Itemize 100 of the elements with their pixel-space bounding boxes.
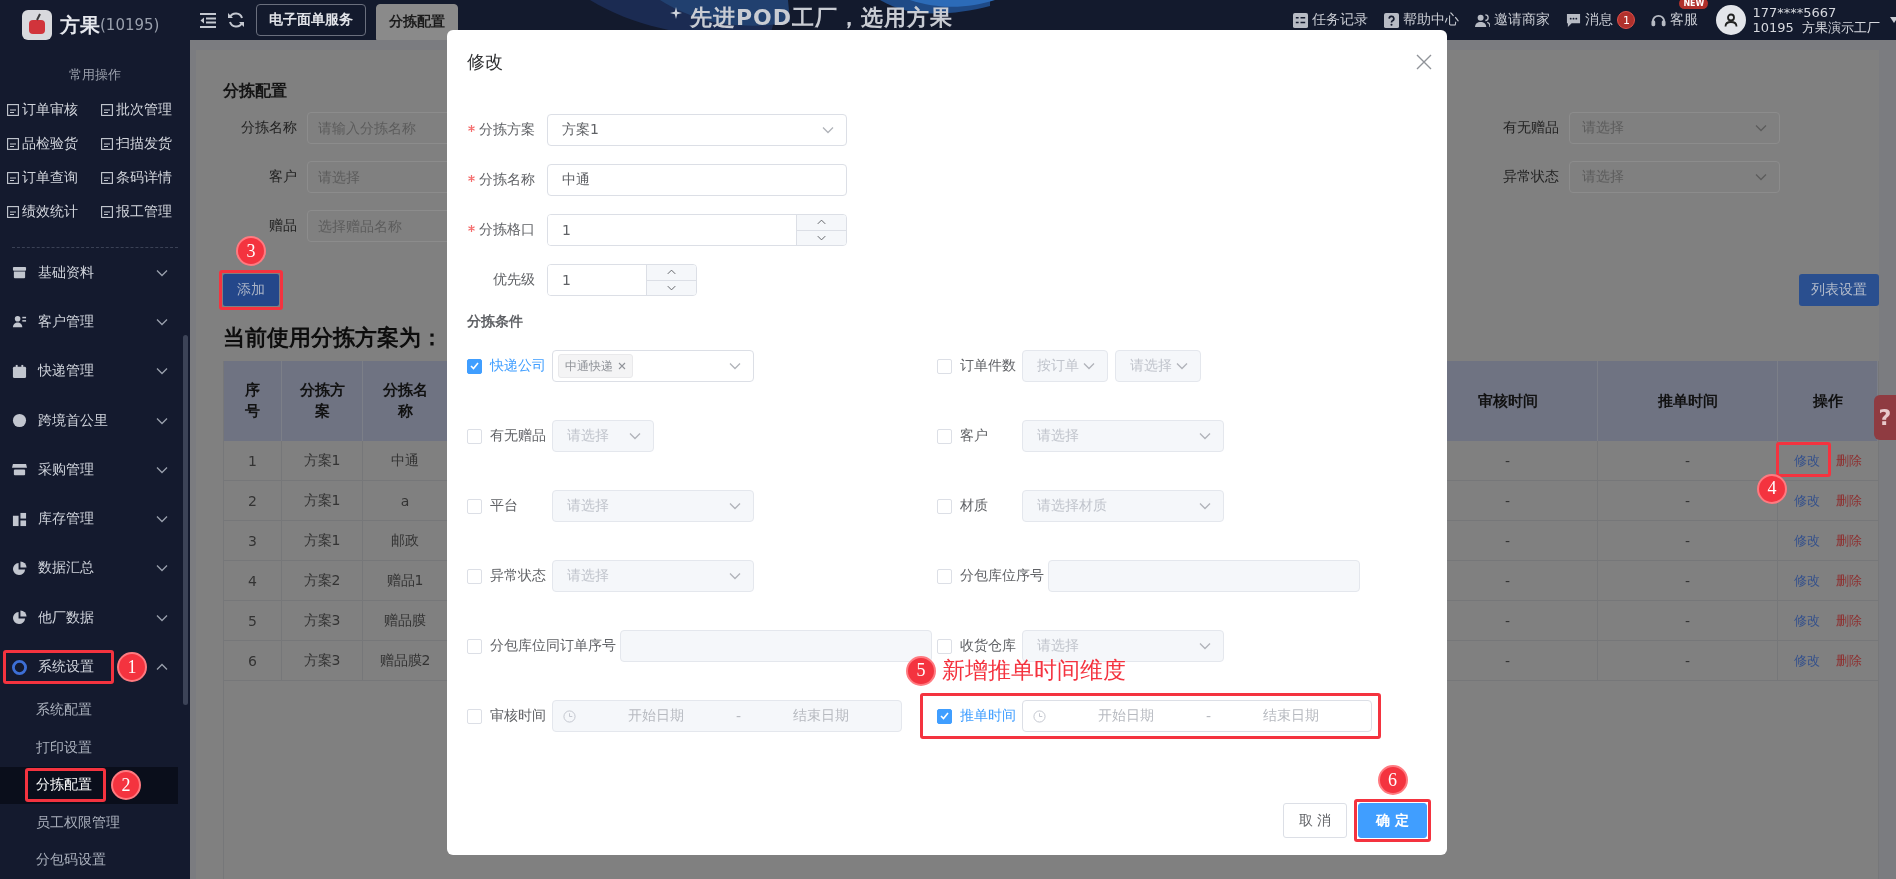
- chevron-down-icon: [667, 284, 676, 291]
- list-settings-button[interactable]: 列表设置: [1799, 274, 1879, 306]
- table-cell: 3: [224, 521, 282, 561]
- header-link[interactable]: 邀请商家: [1475, 11, 1551, 29]
- chevron-down-icon: [629, 432, 641, 440]
- chevron-down-icon: [729, 362, 741, 370]
- submenu-item[interactable]: 系统配置: [0, 691, 178, 730]
- section-title: 常用操作: [68, 66, 122, 84]
- page-tab[interactable]: 分拣配置: [376, 4, 458, 40]
- menu-item[interactable]: 基础资料: [0, 248, 190, 298]
- input-field[interactable]: [620, 630, 932, 662]
- pie-chart-icon: [12, 610, 27, 626]
- chevron-down-icon: [1199, 502, 1211, 510]
- add-button[interactable]: 添加: [223, 274, 279, 306]
- step-badge: 2: [111, 770, 141, 801]
- condition-label: 有无赠品: [490, 427, 547, 445]
- help-tab[interactable]: ?: [1874, 395, 1896, 440]
- menu-item[interactable]: 跨境首公里: [0, 395, 190, 446]
- logo-text: 方果: [60, 11, 100, 39]
- condition-label: 订单件数: [960, 357, 1017, 375]
- pie-chart-icon: [12, 560, 27, 576]
- chevron-down-icon: [1199, 642, 1211, 650]
- scrollbar[interactable]: [183, 335, 188, 705]
- number-stepper[interactable]: 1: [547, 214, 847, 246]
- header-link[interactable]: 任务记录: [1293, 11, 1369, 29]
- checkbox[interactable]: [467, 358, 482, 374]
- section-title: 分拣条件: [467, 312, 524, 331]
- menu-item[interactable]: 库存管理: [0, 494, 190, 544]
- submenu-item[interactable]: 分包码设置: [0, 841, 178, 879]
- person-icon: [12, 314, 27, 330]
- table-cell: 1: [224, 441, 282, 481]
- header-link[interactable]: 消息 1: [1566, 11, 1636, 29]
- sparkle-icon: [670, 7, 682, 19]
- step-badge: 5: [906, 655, 936, 686]
- menu-item[interactable]: 系统设置 1: [0, 642, 190, 692]
- table-cell: 4: [224, 561, 282, 601]
- document-icon: [7, 104, 19, 116]
- filter-label: 赠品: [268, 217, 297, 235]
- quick-action[interactable]: 报工管理: [101, 195, 190, 229]
- checkmark-icon: [470, 362, 479, 370]
- input-field[interactable]: 中通: [547, 164, 847, 196]
- chevron-down-icon: [729, 502, 741, 510]
- quick-action[interactable]: 订单查询: [7, 161, 101, 195]
- page-tab[interactable]: 电子面单服务: [256, 4, 366, 36]
- input-field[interactable]: [1048, 560, 1360, 592]
- chevron-down-icon: [156, 613, 168, 622]
- table-cell: 方案3: [282, 601, 363, 641]
- filter-label: 分拣名称: [240, 119, 297, 137]
- submenu-item[interactable]: 员工权限管理: [0, 804, 178, 842]
- condition-label: 材质: [960, 497, 989, 515]
- refresh-icon[interactable]: [226, 10, 246, 30]
- menu-label: 采购管理: [38, 460, 94, 479]
- number-stepper[interactable]: 1: [547, 264, 697, 296]
- submenu-item[interactable]: 分拣配置 2: [0, 766, 178, 805]
- increment-button[interactable]: [797, 215, 846, 230]
- field-label: 分拣名称: [468, 171, 535, 189]
- caret-down-icon[interactable]: [1890, 17, 1896, 23]
- select-field[interactable]: 方案1: [547, 114, 847, 146]
- archive-icon: [12, 265, 27, 281]
- column-header: 序号: [224, 361, 282, 441]
- field-label: 分拣方案: [468, 121, 535, 139]
- people-icon: [1475, 12, 1491, 28]
- increment-button[interactable]: [647, 265, 696, 280]
- menu-label: 他厂数据: [38, 608, 94, 627]
- menu-item[interactable]: 快递管理: [0, 346, 190, 396]
- quick-action[interactable]: 绩效统计: [7, 195, 101, 229]
- field-label: 分拣格口: [468, 221, 535, 239]
- header-link[interactable]: 帮助中心: [1384, 11, 1460, 29]
- cancel-button[interactable]: 取 消: [1282, 803, 1348, 838]
- menu-label: 客户管理: [38, 312, 94, 331]
- quick-action[interactable]: 扫描发货: [101, 127, 190, 161]
- quick-action[interactable]: 订单审核: [7, 93, 101, 127]
- chevron-down-icon: [1755, 173, 1767, 181]
- quick-action[interactable]: 品检验货: [7, 127, 101, 161]
- calendar-icon: [12, 363, 27, 379]
- step-badge: 6: [1377, 765, 1408, 795]
- chevron-down-icon: [1755, 124, 1767, 132]
- close-icon[interactable]: [618, 362, 626, 370]
- menu-item[interactable]: 客户管理: [0, 297, 190, 347]
- menu-fold-icon[interactable]: [198, 10, 218, 30]
- checkbox[interactable]: [937, 708, 952, 724]
- document-icon: [101, 104, 113, 116]
- document-icon: [7, 172, 19, 184]
- menu-item[interactable]: 采购管理: [0, 445, 190, 495]
- submenu-item[interactable]: 打印设置: [0, 729, 178, 767]
- menu-label: 快递管理: [38, 362, 94, 381]
- menu-item[interactable]: 他厂数据: [0, 593, 190, 643]
- quick-action[interactable]: 条码详情: [101, 161, 190, 195]
- menu-label: 库存管理: [38, 510, 94, 529]
- document-icon: [7, 206, 19, 218]
- condition-label: 收货仓库: [960, 637, 1017, 655]
- header-link[interactable]: 客服: [1651, 11, 1699, 29]
- chevron-down-icon: [156, 416, 168, 425]
- table-cell: 6: [224, 641, 282, 681]
- close-button[interactable]: [1416, 54, 1432, 70]
- menu-item[interactable]: 数据汇总: [0, 543, 190, 594]
- avatar-icon[interactable]: [1716, 5, 1747, 35]
- chevron-down-icon: [156, 515, 168, 524]
- menu-label: 基础资料: [38, 263, 94, 282]
- quick-action[interactable]: 批次管理: [101, 93, 190, 127]
